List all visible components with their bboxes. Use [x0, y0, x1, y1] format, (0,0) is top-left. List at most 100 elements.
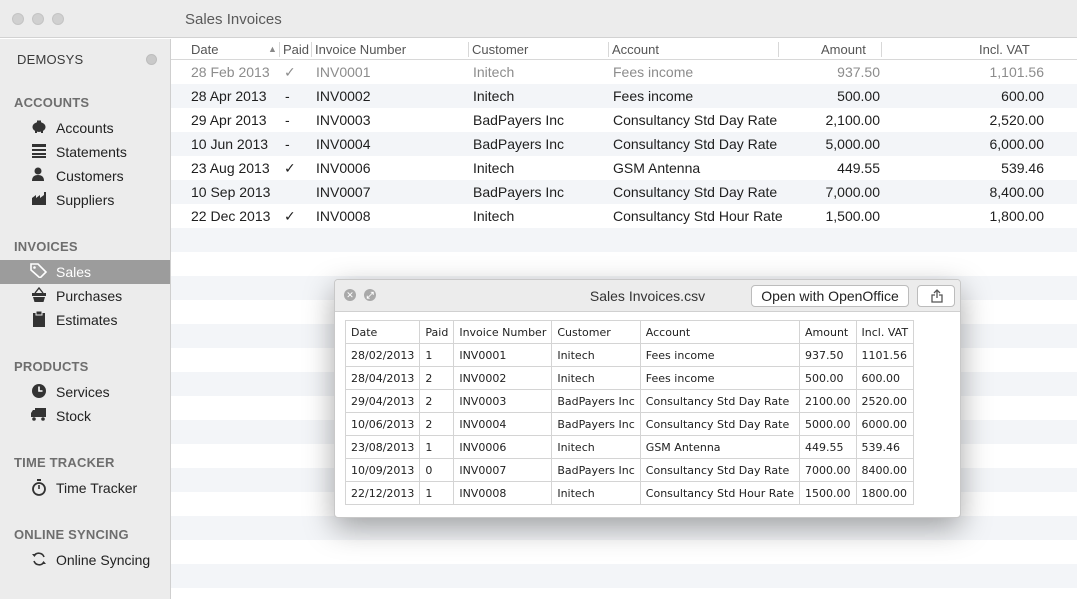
cell-amount: 937.50 [837, 64, 880, 80]
table-header: Date ▲ Paid Invoice Number Customer Acco… [171, 39, 1077, 60]
share-icon [931, 289, 943, 303]
csv-cell: 7000.00 [799, 458, 857, 482]
company-status-indicator[interactable] [146, 54, 157, 65]
sidebar-item-label: Online Syncing [56, 552, 151, 568]
column-header-customer[interactable]: Customer [472, 42, 528, 57]
cell-account: Consultancy Std Hour Rate [613, 208, 783, 224]
cell-date: 28 Apr 2013 [191, 88, 267, 104]
csv-cell: Initech [551, 481, 641, 505]
csv-cell: 2 [419, 366, 455, 390]
table-row[interactable]: 10 Jun 2013 - INV0004 BadPayers Inc Cons… [171, 132, 1077, 156]
csv-cell: 10/09/2013 [344, 458, 421, 482]
csv-cell: Amount [799, 320, 857, 344]
cell-account: Consultancy Std Day Rate [613, 184, 778, 200]
csv-cell: 539.46 [855, 435, 915, 459]
cell-invoice-number: INV0001 [316, 64, 371, 80]
share-button[interactable] [917, 285, 955, 307]
column-header-account[interactable]: Account [612, 42, 659, 57]
table-row[interactable]: 28 Apr 2013 - INV0002 Initech Fees incom… [171, 84, 1077, 108]
csv-cell: 22/12/2013 [344, 481, 421, 505]
column-header-invoice-number[interactable]: Invoice Number [315, 42, 406, 57]
sidebar-item-purchases[interactable]: Purchases [0, 284, 170, 308]
cell-incl-vat: 1,101.56 [989, 64, 1045, 80]
sidebar-item-suppliers[interactable]: Suppliers [0, 188, 170, 212]
csv-cell: INV0002 [453, 366, 553, 390]
sidebar-item-label: Statements [56, 144, 127, 160]
csv-cell: 6000.00 [855, 412, 915, 436]
csv-cell: 1 [419, 343, 455, 367]
table-row[interactable]: 29 Apr 2013 - INV0003 BadPayers Inc Cons… [171, 108, 1077, 132]
minimize-window-button[interactable] [32, 13, 44, 25]
clock-icon [30, 383, 47, 400]
table-row[interactable]: 28 Feb 2013 ✓ INV0001 Initech Fees incom… [171, 60, 1077, 84]
csv-cell: 937.50 [799, 343, 857, 367]
csv-cell: 1101.56 [855, 343, 915, 367]
basket-icon [30, 286, 47, 304]
stopwatch-icon [30, 479, 47, 496]
cell-incl-vat: 8,400.00 [989, 184, 1045, 200]
sidebar-item-customers[interactable]: Customers [0, 164, 170, 188]
cell-paid: ✓ [284, 64, 296, 80]
table-row[interactable]: 22 Dec 2013 ✓ INV0008 Initech Consultanc… [171, 204, 1077, 228]
csv-cell: 2 [419, 412, 455, 436]
cell-invoice-number: INV0006 [316, 160, 371, 176]
supplier-icon [30, 191, 47, 208]
customer-icon [30, 167, 47, 184]
csv-cell: 2100.00 [799, 389, 857, 413]
csv-preview-panel: ✕ ⤢ Sales Invoices.csv Open with OpenOff… [334, 279, 961, 518]
section-products-heading: PRODUCTS [14, 359, 89, 374]
csv-cell: BadPayers Inc [551, 458, 641, 482]
cell-incl-vat: 1,800.00 [989, 208, 1045, 224]
csv-row: 28/04/2013 2 INV0002 Initech Fees income… [344, 366, 915, 390]
table-row[interactable]: 23 Aug 2013 ✓ INV0006 Initech GSM Antenn… [171, 156, 1077, 180]
zoom-window-button[interactable] [52, 13, 64, 25]
sidebar-item-label: Sales [56, 264, 92, 280]
sidebar-item-online-syncing[interactable]: Online Syncing [0, 548, 170, 572]
csv-row: 10/06/2013 2 INV0004 BadPayers Inc Consu… [344, 412, 915, 436]
csv-row: 29/04/2013 2 INV0003 BadPayers Inc Consu… [344, 389, 915, 413]
cell-invoice-number: INV0002 [316, 88, 371, 104]
column-header-incl-vat[interactable]: Incl. VAT [979, 42, 1030, 57]
sidebar: DEMOSYS ACCOUNTS Accounts Statements Cus… [0, 39, 171, 599]
column-header-amount[interactable]: Amount [821, 42, 866, 57]
csv-cell: Date [344, 320, 421, 344]
column-header-date[interactable]: Date [191, 42, 218, 57]
sidebar-item-stock[interactable]: Stock [0, 404, 170, 428]
sidebar-item-services[interactable]: Services [0, 380, 170, 404]
cell-amount: 5,000.00 [825, 136, 881, 152]
csv-cell: Fees income [639, 366, 801, 390]
sync-icon [30, 551, 47, 568]
sidebar-item-statements[interactable]: Statements [0, 140, 170, 164]
sidebar-item-time-tracker[interactable]: Time Tracker [0, 476, 170, 500]
cell-customer: BadPayers Inc [473, 184, 565, 200]
cell-date: 22 Dec 2013 [191, 208, 271, 224]
cell-date: 29 Apr 2013 [191, 112, 267, 128]
csv-header-row: Date Paid Invoice Number Customer Accoun… [344, 320, 915, 344]
table-row[interactable]: 10 Sep 2013 INV0007 BadPayers Inc Consul… [171, 180, 1077, 204]
cell-account: Consultancy Std Day Rate [613, 112, 778, 128]
cell-incl-vat: 6,000.00 [989, 136, 1045, 152]
csv-cell: Initech [551, 435, 641, 459]
cell-invoice-number: INV0003 [316, 112, 371, 128]
cell-date: 10 Jun 2013 [191, 136, 269, 152]
cell-customer: BadPayers Inc [473, 136, 565, 152]
csv-cell: 28/04/2013 [344, 366, 421, 390]
section-accounts-heading: ACCOUNTS [14, 95, 90, 110]
csv-cell: INV0003 [453, 389, 553, 413]
cell-amount: 1,500.00 [825, 208, 881, 224]
column-header-paid[interactable]: Paid [283, 42, 309, 57]
clipboard-icon [30, 310, 47, 328]
cell-incl-vat: 600.00 [1001, 88, 1044, 104]
open-with-openoffice-button[interactable]: Open with OpenOffice [751, 285, 909, 307]
csv-cell: Consultancy Std Day Rate [639, 412, 801, 436]
sidebar-item-label: Estimates [56, 312, 118, 328]
tag-icon [30, 263, 48, 280]
sidebar-item-accounts[interactable]: Accounts [0, 116, 170, 140]
csv-cell: Initech [551, 343, 641, 367]
close-window-button[interactable] [12, 13, 24, 25]
sidebar-item-estimates[interactable]: Estimates [0, 308, 170, 332]
cell-customer: Initech [473, 88, 515, 104]
csv-cell: INV0001 [453, 343, 553, 367]
csv-cell: 1 [419, 481, 455, 505]
sidebar-item-sales[interactable]: Sales [0, 260, 170, 284]
